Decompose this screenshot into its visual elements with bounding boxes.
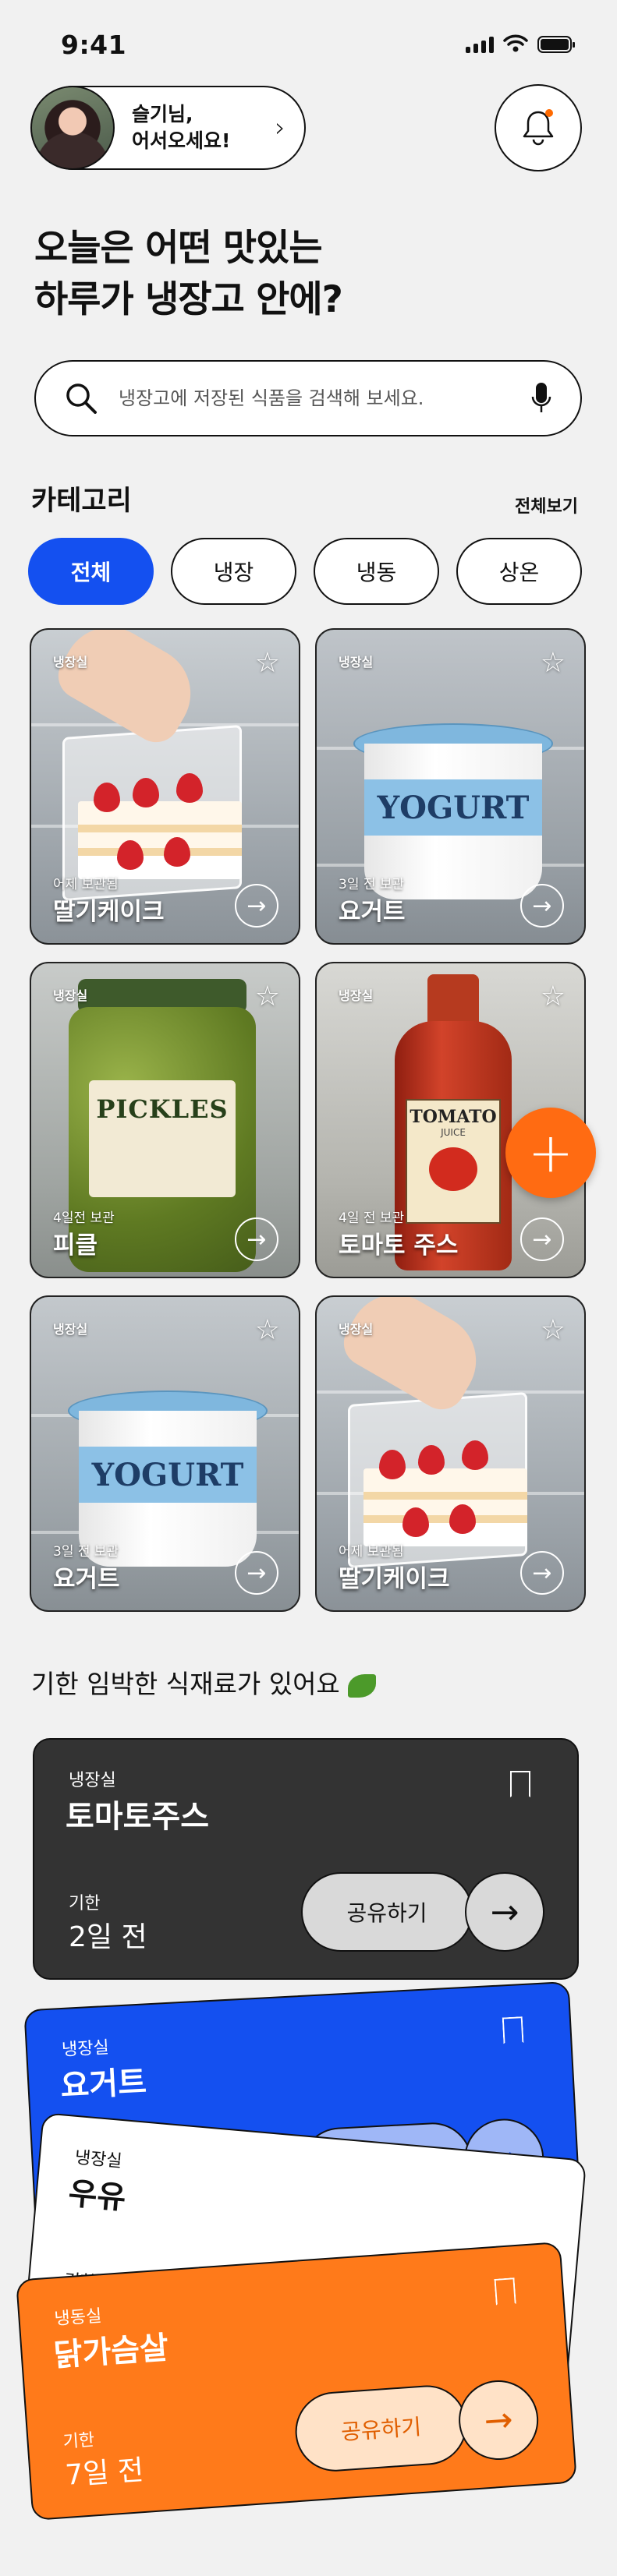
search-input[interactable] bbox=[119, 387, 530, 409]
star-icon[interactable]: ☆ bbox=[541, 1314, 566, 1346]
lettuce-icon bbox=[347, 1673, 376, 1698]
arrow-right-icon[interactable]: → bbox=[235, 1551, 278, 1595]
product-label: PICKLES bbox=[96, 1094, 229, 1124]
search-icon bbox=[66, 383, 97, 414]
food-card[interactable]: PICKLES 냉장실 ☆ 4일전 보관 피클 → bbox=[30, 962, 300, 1278]
expiring-location: 냉장실 bbox=[73, 2147, 123, 2172]
food-name: 요거트 bbox=[53, 1565, 120, 1593]
food-kept-date: 3일 전 보관 bbox=[53, 1544, 119, 1560]
microphone-icon[interactable] bbox=[530, 381, 552, 415]
greeting-line1: 슬기님, bbox=[132, 102, 193, 125]
category-chips: 전체 냉장 냉동 상온 bbox=[28, 538, 582, 605]
wifi-icon bbox=[503, 34, 528, 52]
product-label: YOGURT bbox=[79, 1447, 257, 1503]
signal-icon bbox=[466, 36, 494, 53]
star-icon[interactable]: ☆ bbox=[541, 647, 566, 679]
expiring-location: 냉장실 bbox=[61, 2037, 110, 2061]
food-location: 냉장실 bbox=[339, 988, 374, 1003]
arrow-right-icon[interactable]: → bbox=[465, 1872, 544, 1952]
food-card[interactable]: 냉장실 ☆ 어제 보관됨 딸기케이크 → bbox=[315, 1295, 586, 1612]
arrow-right-icon[interactable]: → bbox=[235, 884, 278, 928]
food-location: 냉장실 bbox=[53, 988, 88, 1003]
arrow-right-icon[interactable]: → bbox=[520, 1551, 564, 1595]
share-button[interactable]: 공유하기 bbox=[301, 1872, 473, 1952]
category-title: 카테고리 bbox=[31, 486, 132, 517]
star-icon[interactable]: ☆ bbox=[255, 647, 280, 679]
expiring-name: 요거트 bbox=[59, 2064, 148, 2105]
add-food-button[interactable]: + bbox=[505, 1108, 596, 1198]
notification-dot bbox=[545, 109, 553, 117]
expiring-section-title: 기한 임박한 식재료가 있어요 bbox=[31, 1663, 376, 1701]
cake-image bbox=[78, 801, 242, 879]
chip-all[interactable]: 전체 bbox=[28, 538, 154, 605]
food-card[interactable]: 냉장실 ☆ 어제 보관됨 딸기케이크 → bbox=[30, 628, 300, 945]
bookmark-icon[interactable] bbox=[494, 2277, 516, 2306]
avatar bbox=[30, 86, 115, 170]
expiring-name: 닭가슴살 bbox=[52, 2330, 170, 2374]
cake-image bbox=[363, 1468, 527, 1546]
headline-line1: 오늘은 어떤 맛있는 bbox=[34, 227, 323, 270]
chip-freezer[interactable]: 냉동 bbox=[314, 538, 439, 605]
food-location: 냉장실 bbox=[339, 1322, 374, 1337]
greeting-line2: 어서오세요! bbox=[132, 129, 231, 152]
expiring-card[interactable]: 냉동실 닭가슴살 기한 7일 전 공유하기 → bbox=[16, 2241, 577, 2521]
food-card[interactable]: YOGURT 냉장실 ☆ 3일 전 보관 요거트 → bbox=[315, 628, 586, 945]
product-label: TOMATO bbox=[410, 1107, 497, 1127]
bookmark-icon[interactable] bbox=[510, 1771, 530, 1797]
battery-icon bbox=[537, 36, 575, 53]
expiring-card[interactable]: 냉장실 토마토주스 기한 2일 전 공유하기 → bbox=[33, 1738, 579, 1980]
plus-icon: + bbox=[527, 1121, 574, 1185]
bookmark-icon[interactable] bbox=[502, 2016, 524, 2044]
arrow-right-icon[interactable]: → bbox=[456, 2377, 541, 2463]
status-time: 9:41 bbox=[61, 30, 127, 60]
food-kept-date: 어제 보관됨 bbox=[53, 877, 119, 892]
chip-fridge[interactable]: 냉장 bbox=[171, 538, 296, 605]
food-name: 요거트 bbox=[339, 898, 406, 926]
star-icon[interactable]: ☆ bbox=[255, 1314, 280, 1346]
star-icon[interactable]: ☆ bbox=[541, 981, 566, 1012]
arrow-right-icon[interactable]: → bbox=[520, 1217, 564, 1261]
see-all-link[interactable]: 전체보기 bbox=[515, 493, 578, 518]
deadline-label: 기한 bbox=[62, 2430, 96, 2453]
food-name: 딸기케이크 bbox=[339, 1565, 450, 1593]
arrow-right-icon[interactable]: → bbox=[520, 884, 564, 928]
arrow-right-icon[interactable]: → bbox=[235, 1217, 278, 1261]
food-kept-date: 3일 전 보관 bbox=[339, 877, 405, 892]
status-icons bbox=[466, 34, 575, 53]
share-button[interactable]: 공유하기 bbox=[293, 2383, 470, 2475]
greeting-text: 슬기님, 어서오세요! bbox=[132, 101, 275, 155]
notification-button[interactable] bbox=[495, 84, 582, 171]
expiring-name: 우유 bbox=[66, 2175, 128, 2217]
chevron-right-icon: › bbox=[275, 112, 285, 143]
expiring-title-text: 기한 임박한 식재료가 있어요 bbox=[31, 1669, 340, 1699]
chip-room-temp[interactable]: 상온 bbox=[456, 538, 582, 605]
deadline-value: 2일 전 bbox=[69, 1921, 147, 1953]
food-kept-date: 4일 전 보관 bbox=[339, 1210, 405, 1226]
product-sublabel: JUICE bbox=[441, 1127, 466, 1138]
deadline-label: 기한 bbox=[69, 1894, 101, 1913]
food-kept-date: 4일전 보관 bbox=[53, 1210, 115, 1226]
headline-line2: 하루가 냉장고 안에? bbox=[34, 277, 343, 321]
food-name: 토마토 주스 bbox=[339, 1231, 459, 1260]
search-bar bbox=[34, 360, 582, 436]
expiring-location: 냉동실 bbox=[53, 2306, 103, 2330]
product-label: YOGURT bbox=[364, 779, 542, 836]
food-card[interactable]: YOGURT 냉장실 ☆ 3일 전 보관 요거트 → bbox=[30, 1295, 300, 1612]
food-location: 냉장실 bbox=[53, 655, 88, 670]
deadline-value: 7일 전 bbox=[64, 2454, 145, 2492]
food-kept-date: 어제 보관됨 bbox=[339, 1544, 404, 1560]
food-location: 냉장실 bbox=[339, 655, 374, 670]
page-headline: 오늘은 어떤 맛있는 하루가 냉장고 안에? bbox=[34, 223, 343, 326]
expiring-name: 토마토주스 bbox=[66, 1799, 209, 1835]
food-name: 딸기케이크 bbox=[53, 898, 165, 926]
star-icon[interactable]: ☆ bbox=[255, 981, 280, 1012]
expiring-location: 냉장실 bbox=[69, 1771, 116, 1790]
food-name: 피클 bbox=[53, 1231, 98, 1260]
food-location: 냉장실 bbox=[53, 1322, 88, 1337]
greeting-pill[interactable]: 슬기님, 어서오세요! › bbox=[30, 86, 306, 170]
